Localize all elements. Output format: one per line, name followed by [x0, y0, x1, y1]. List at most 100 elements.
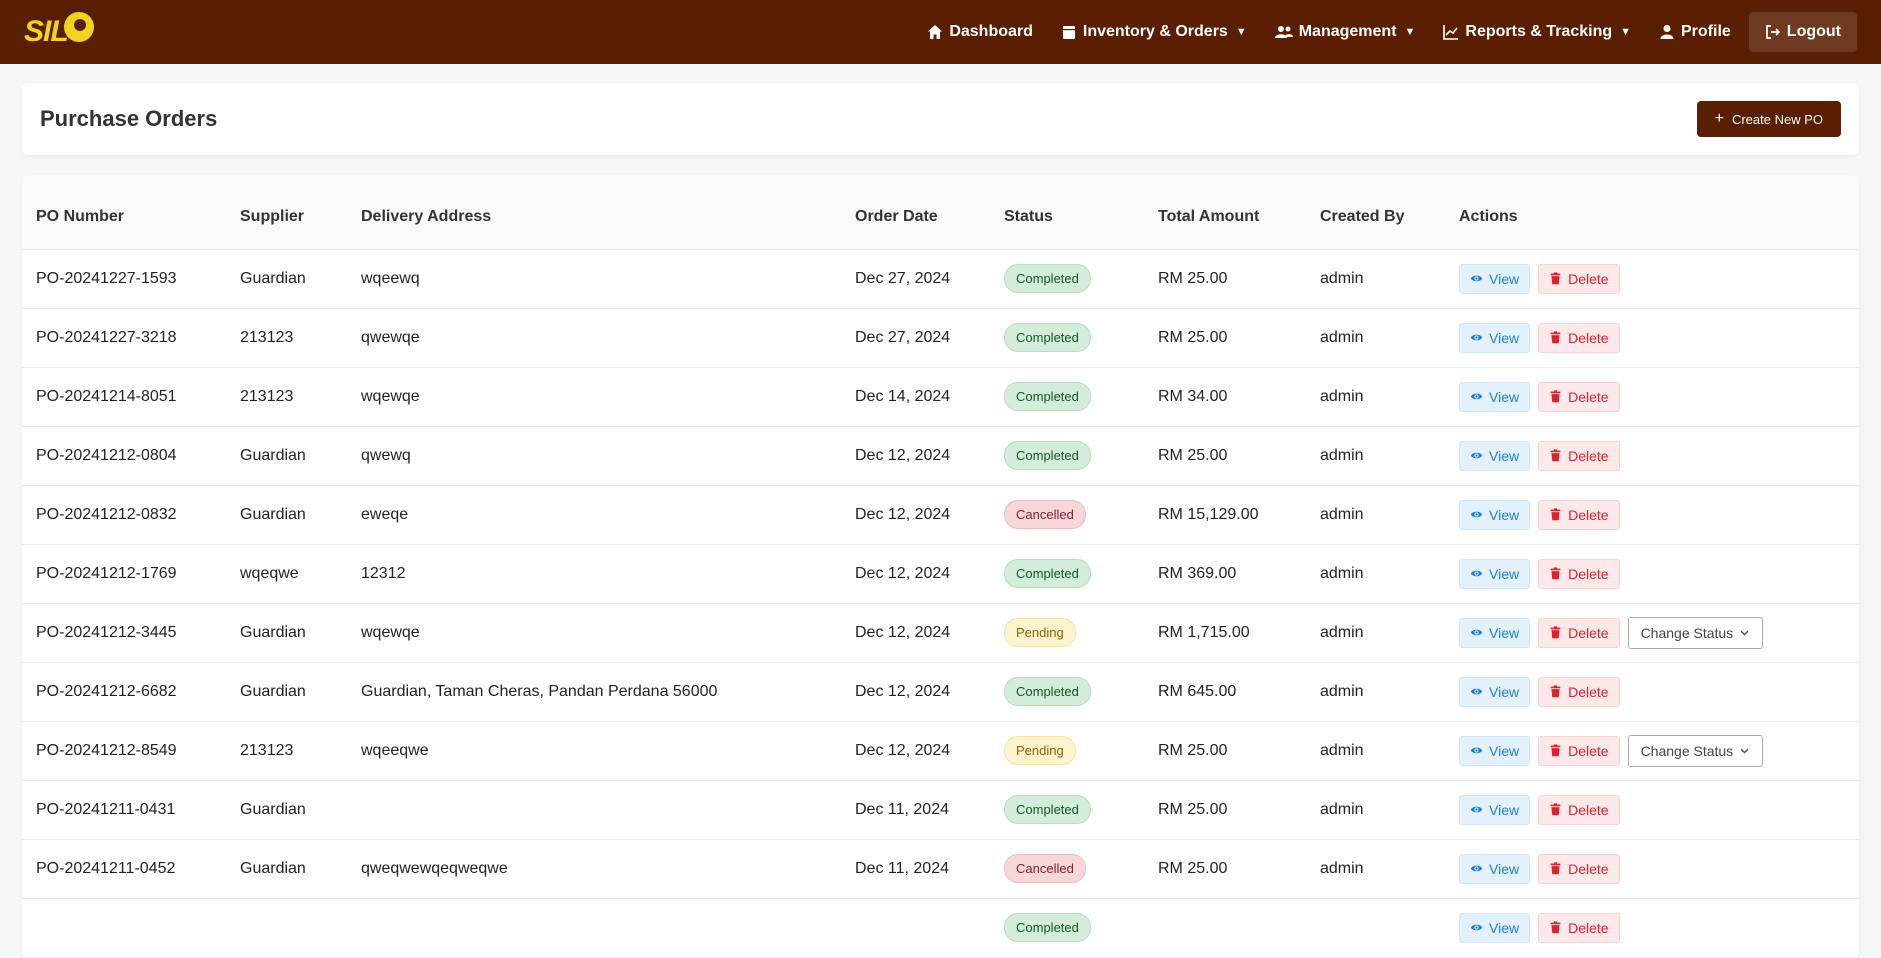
view-label: View	[1489, 565, 1520, 582]
delivery-address: qwewq	[347, 426, 841, 486]
nav-inventory-orders[interactable]: Inventory & Orders ▼	[1047, 12, 1261, 52]
view-button[interactable]: View	[1459, 381, 1531, 412]
trash-icon	[1550, 862, 1561, 875]
order-date: Dec 12, 2024	[841, 485, 990, 545]
total-amount: RM 25.00	[1144, 249, 1306, 309]
nav-dashboard[interactable]: Dashboard	[913, 12, 1047, 52]
status-badge: Cancelled	[1004, 854, 1086, 883]
delete-button[interactable]: Delete	[1538, 853, 1620, 884]
change-status-label: Change Status	[1640, 742, 1734, 759]
view-label: View	[1489, 801, 1520, 818]
eye-icon	[1470, 452, 1483, 459]
delivery-address: wqeeqwe	[347, 721, 841, 781]
delete-button[interactable]: Delete	[1538, 322, 1620, 353]
trash-icon	[1550, 449, 1561, 462]
delete-button[interactable]: Delete	[1538, 558, 1620, 589]
nav-management[interactable]: Management ▼	[1261, 12, 1430, 52]
purchase-orders-table-card: PO Number Supplier Delivery Address Orde…	[22, 175, 1859, 958]
total-amount	[1144, 898, 1306, 958]
view-button[interactable]: View	[1459, 735, 1531, 766]
po-number: PO-20241211-0431	[22, 780, 226, 840]
view-label: View	[1489, 683, 1520, 700]
delete-button[interactable]: Delete	[1538, 617, 1620, 648]
status-badge: Completed	[1004, 382, 1091, 411]
created-by: admin	[1306, 721, 1445, 781]
view-button[interactable]: View	[1459, 322, 1531, 353]
eye-icon	[1470, 865, 1483, 872]
delete-button[interactable]: Delete	[1538, 499, 1620, 530]
view-label: View	[1489, 506, 1520, 523]
delete-label: Delete	[1568, 388, 1609, 405]
status-cell: Completed	[990, 426, 1144, 486]
delete-button[interactable]: Delete	[1538, 912, 1620, 943]
order-date	[841, 898, 990, 958]
order-date: Dec 12, 2024	[841, 662, 990, 722]
view-button[interactable]: View	[1459, 794, 1531, 825]
caret-down-icon: ▼	[1404, 26, 1416, 38]
table-row: PO-20241214-8051 213123 wqewqe Dec 14, 2…	[22, 367, 1859, 427]
table-row: PO-20241212-3445 Guardian wqewqe Dec 12,…	[22, 603, 1859, 663]
nav-profile[interactable]: Profile	[1645, 12, 1745, 52]
view-button[interactable]: View	[1459, 263, 1531, 294]
order-date: Dec 12, 2024	[841, 426, 990, 486]
view-button[interactable]: View	[1459, 440, 1531, 471]
delete-button[interactable]: Delete	[1538, 735, 1620, 766]
top-navbar: SIL Dashboard Inventory & Orders ▼ Manag…	[0, 0, 1881, 64]
table-row: PO-20241212-1769 wqeqwe 12312 Dec 12, 20…	[22, 544, 1859, 604]
row-actions: View Delete	[1459, 794, 1845, 825]
eye-icon	[1470, 747, 1483, 754]
view-button[interactable]: View	[1459, 499, 1531, 530]
order-date: Dec 11, 2024	[841, 780, 990, 840]
created-by: admin	[1306, 603, 1445, 663]
supplier: Guardian	[226, 603, 347, 663]
delete-button[interactable]: Delete	[1538, 440, 1620, 471]
caret-down-icon: ▼	[1620, 26, 1631, 38]
delete-button[interactable]: Delete	[1538, 794, 1620, 825]
delete-button[interactable]: Delete	[1538, 381, 1620, 412]
delivery-address: eweqe	[347, 485, 841, 545]
view-button[interactable]: View	[1459, 676, 1531, 707]
view-label: View	[1489, 624, 1520, 641]
trash-icon	[1550, 803, 1561, 816]
eye-icon	[1470, 570, 1483, 577]
total-amount: RM 645.00	[1144, 662, 1306, 722]
po-number: PO-20241212-3445	[22, 603, 226, 663]
delete-button[interactable]: Delete	[1538, 676, 1620, 707]
view-button[interactable]: View	[1459, 853, 1531, 884]
change-status-dropdown[interactable]: Change Status	[1627, 616, 1764, 649]
logout-button[interactable]: Logout	[1748, 12, 1857, 52]
delivery-address: qweqwewqeqweqwe	[347, 839, 841, 899]
view-button[interactable]: View	[1459, 558, 1531, 589]
nav-reports-tracking[interactable]: Reports & Tracking ▼	[1429, 12, 1645, 52]
table-row: PO-20241211-0452 Guardian qweqwewqeqweqw…	[22, 839, 1859, 899]
po-number: PO-20241227-1593	[22, 249, 226, 309]
status-badge: Pending	[1004, 618, 1076, 647]
delete-button[interactable]: Delete	[1538, 263, 1620, 294]
create-new-po-button[interactable]: + Create New PO	[1696, 101, 1841, 137]
actions-cell: View Delete	[1445, 367, 1859, 427]
nav-inventory-label: Inventory & Orders	[1082, 23, 1228, 40]
status-cell: Cancelled	[990, 485, 1144, 545]
col-supplier: Supplier	[226, 175, 347, 250]
total-amount: RM 25.00	[1144, 721, 1306, 781]
plus-icon: +	[1714, 110, 1724, 127]
row-actions: View Delete	[1459, 912, 1845, 943]
col-order-date: Order Date	[841, 175, 990, 250]
brand-logo[interactable]: SIL	[24, 12, 94, 49]
change-status-dropdown[interactable]: Change Status	[1627, 734, 1764, 767]
view-label: View	[1489, 388, 1520, 405]
supplier: Guardian	[226, 249, 347, 309]
view-button[interactable]: View	[1459, 617, 1531, 648]
po-number: PO-20241211-0452	[22, 839, 226, 899]
supplier: Guardian	[226, 780, 347, 840]
row-actions: View Delete	[1459, 558, 1845, 589]
create-new-po-label: Create New PO	[1731, 111, 1823, 127]
order-date: Dec 12, 2024	[841, 603, 990, 663]
actions-cell: View Delete	[1445, 780, 1859, 840]
status-cell: Completed	[990, 662, 1144, 722]
created-by: admin	[1306, 839, 1445, 899]
status-cell: Cancelled	[990, 839, 1144, 899]
created-by: admin	[1306, 367, 1445, 427]
col-created-by: Created By	[1306, 175, 1445, 250]
view-button[interactable]: View	[1459, 912, 1531, 943]
